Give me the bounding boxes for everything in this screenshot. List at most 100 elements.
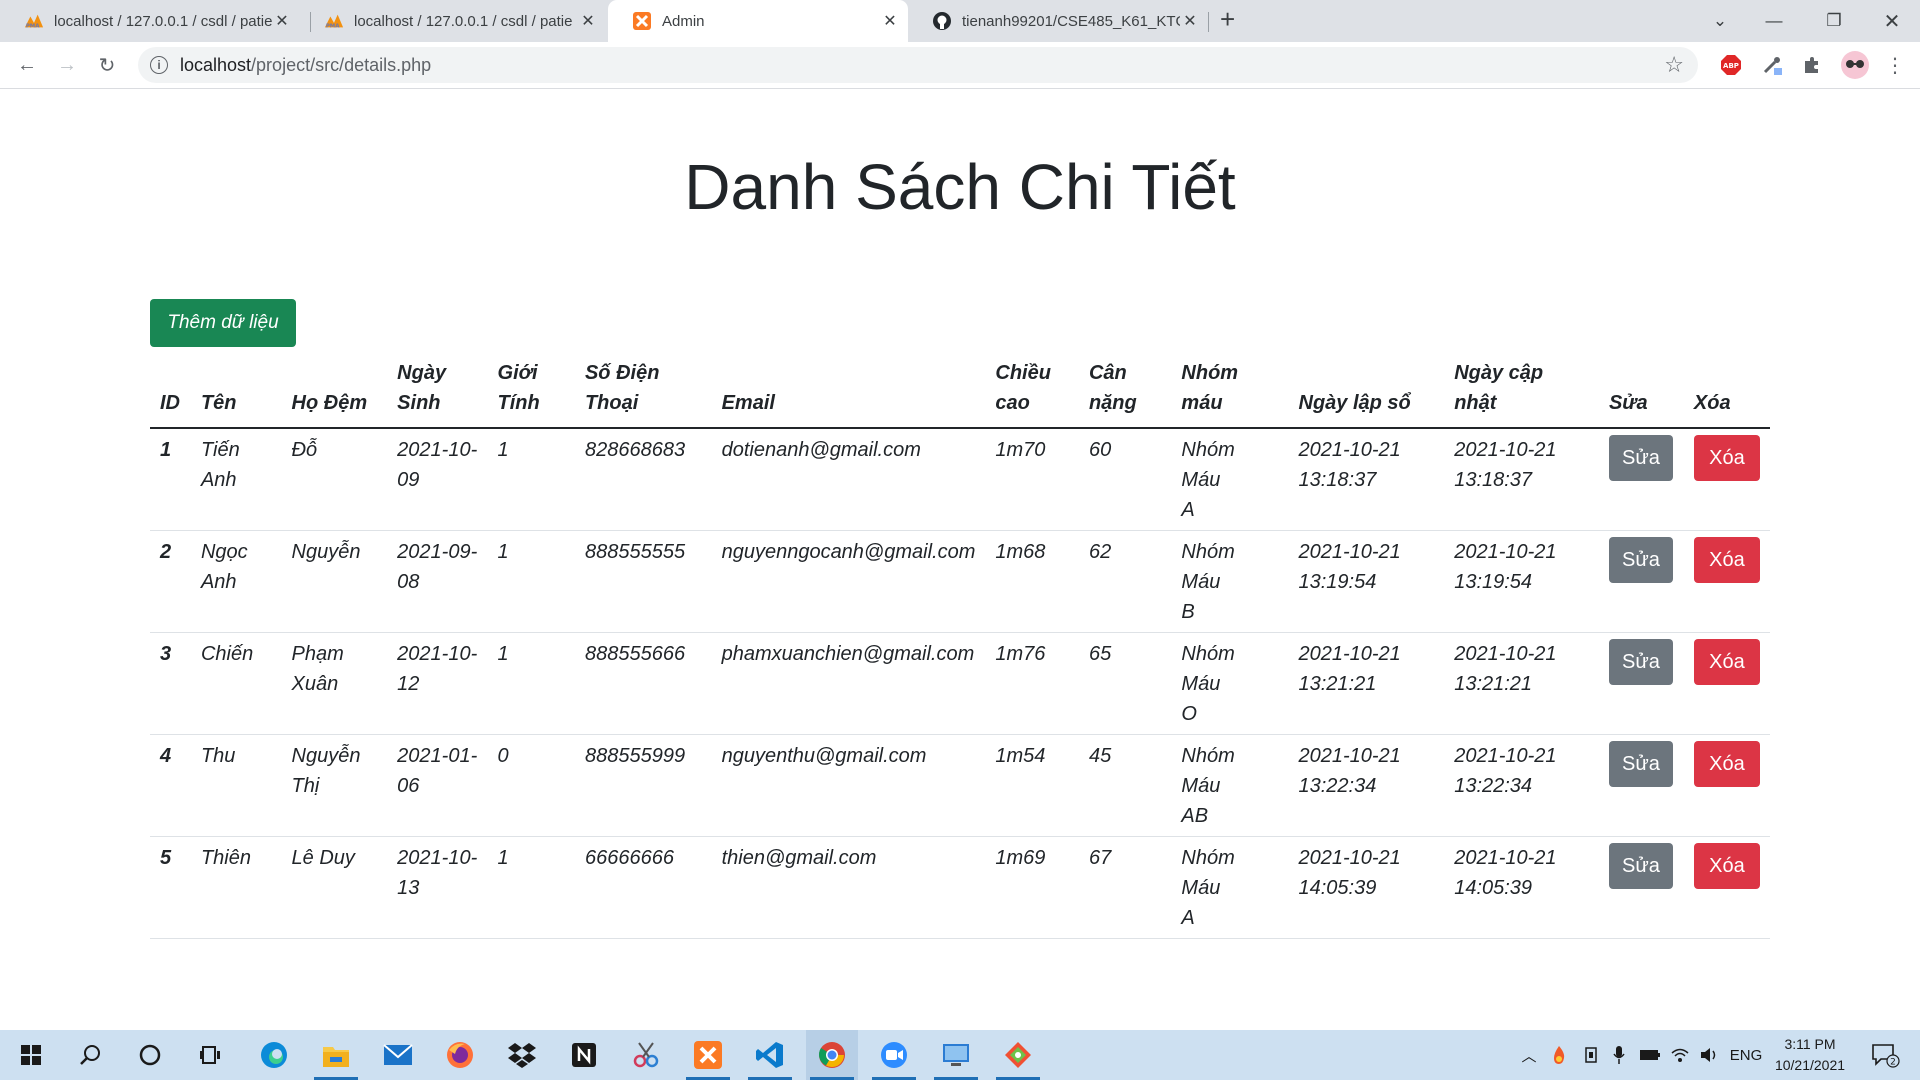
cell-created-date: 2021-10-21 14:05:39 [1288, 836, 1445, 939]
vscode-icon[interactable] [744, 1030, 796, 1080]
more-menu-icon[interactable]: ⋮ [1883, 53, 1907, 77]
cell-created-date: 2021-10-21 13:19:54 [1288, 530, 1445, 633]
column-header: Giới Tính [487, 352, 575, 429]
cell-blood-type: Nhóm Máu B [1171, 530, 1289, 633]
snipping-tool-icon[interactable] [620, 1030, 672, 1080]
edit-button[interactable]: Sửa [1608, 843, 1673, 889]
extensions-puzzle-icon[interactable] [1800, 53, 1824, 77]
column-header-label: Thoại [584, 392, 639, 414]
edit-button[interactable]: Sửa [1608, 639, 1673, 685]
mail-icon[interactable] [372, 1030, 424, 1080]
search-icon[interactable] [64, 1030, 116, 1080]
cell-updated-date-line: 2021-10-21 [1454, 439, 1557, 461]
restore-icon[interactable]: ❐ [1806, 0, 1862, 42]
delete-button[interactable]: Xóa [1693, 435, 1760, 481]
column-header: Ngày lập sổ [1288, 352, 1445, 429]
cell-updated-date: 2021-10-21 14:05:39 [1444, 836, 1599, 939]
delete-button[interactable]: Xóa [1693, 843, 1760, 889]
git-icon[interactable] [992, 1030, 1044, 1080]
system-clock[interactable]: 3:11 PM 10/21/2021 [1764, 1034, 1856, 1076]
flame-tray-icon[interactable] [1546, 1030, 1572, 1080]
cell-delete: Xóa [1683, 632, 1770, 735]
file-explorer-icon[interactable] [310, 1030, 362, 1080]
volume-icon[interactable] [1696, 1030, 1722, 1080]
column-header-label: Sinh [397, 392, 441, 414]
minimize-icon[interactable]: — [1746, 0, 1802, 42]
cell-first-name-line: Anh [200, 469, 237, 491]
cell-middle-name: Phạm Xuân [281, 632, 388, 735]
show-hidden-icons-chevron-icon[interactable]: ︿ [1516, 1030, 1542, 1080]
add-data-button[interactable]: Thêm dữ liệu [150, 299, 296, 347]
forward-arrow-icon[interactable]: → [52, 50, 82, 80]
input-language-indicator[interactable]: ENG [1726, 1030, 1766, 1080]
device-tray-icon[interactable] [1578, 1030, 1604, 1080]
cell-blood-type: Nhóm Máu O [1171, 632, 1289, 735]
cell-phone: 888555666 [574, 632, 712, 735]
color-picker-extension-icon[interactable] [1760, 53, 1784, 77]
close-window-icon[interactable]: ✕ [1864, 0, 1920, 42]
task-view-icon[interactable] [184, 1030, 236, 1080]
back-arrow-icon[interactable]: ← [12, 50, 42, 80]
edit-button[interactable]: Sửa [1608, 435, 1673, 481]
bookmark-star-icon[interactable]: ☆ [1664, 52, 1684, 78]
cell-updated-date-line: 2021-10-21 [1454, 847, 1557, 869]
browser-tab-phpmyadmin-1[interactable]: PMA localhost / 127.0.0.1 / csdl / patie… [0, 0, 300, 42]
delete-button[interactable]: Xóa [1693, 741, 1760, 787]
address-bar[interactable]: i localhost/project/src/details.php ☆ [138, 47, 1698, 83]
tab-search-chevron-icon[interactable]: ⌄ [1692, 0, 1748, 42]
control-panel-icon[interactable] [930, 1030, 982, 1080]
adblock-plus-icon[interactable]: ABP [1719, 53, 1743, 77]
tab-title: localhost / 127.0.0.1 / csdl / patie [354, 12, 573, 30]
cell-created-date-line: 14:05:39 [1298, 877, 1377, 899]
cell-gender: 1 [487, 428, 575, 531]
cell-delete: Xóa [1683, 428, 1770, 531]
column-header: Chiều cao [985, 352, 1079, 429]
browser-tab-phpmyadmin-2[interactable]: PMA localhost / 127.0.0.1 / csdl / patie… [300, 0, 606, 42]
wifi-icon[interactable] [1666, 1030, 1694, 1080]
close-tab-icon[interactable]: ✕ [272, 11, 292, 31]
cell-birth-date: 2021-10- 12 [387, 632, 488, 735]
notification-center-icon[interactable]: 2 [1866, 1030, 1906, 1080]
firefox-icon[interactable] [434, 1030, 486, 1080]
delete-button[interactable]: Xóa [1693, 537, 1760, 583]
new-tab-icon[interactable]: + [1220, 4, 1235, 35]
browser-toolbar: ← → ↻ i localhost/project/src/details.ph… [0, 42, 1920, 89]
browser-tab-admin[interactable]: Admin ✕ [608, 0, 908, 42]
tab-title: Admin [662, 12, 705, 30]
column-header: Email [711, 352, 986, 429]
edit-button[interactable]: Sửa [1608, 741, 1673, 787]
notion-icon[interactable] [558, 1030, 610, 1080]
cortana-icon[interactable] [124, 1030, 176, 1080]
reload-icon[interactable]: ↻ [92, 50, 122, 80]
cell-first-name: Chiến [190, 632, 282, 735]
svg-text:PMA: PMA [326, 23, 340, 29]
dropbox-icon[interactable] [496, 1030, 548, 1080]
column-header: Ngày Sinh [387, 352, 488, 429]
microphone-icon[interactable] [1606, 1030, 1632, 1080]
cell-edit: Sửa [1598, 530, 1684, 633]
clock-time: 3:11 PM [1784, 1036, 1836, 1052]
column-header: ID [150, 352, 191, 429]
battery-icon[interactable] [1636, 1030, 1664, 1080]
chrome-icon[interactable] [806, 1030, 858, 1080]
browser-tab-github[interactable]: tienanh99201/CSE485_K61_KTGK ✕ [908, 0, 1208, 42]
delete-button[interactable]: Xóa [1693, 639, 1760, 685]
close-tab-icon[interactable]: ✕ [880, 11, 900, 31]
xampp-icon[interactable] [682, 1030, 734, 1080]
column-header-label: nặng [1088, 392, 1137, 414]
close-tab-icon[interactable]: ✕ [578, 11, 598, 31]
cell-email: nguyenngocanh@gmail.com [711, 530, 986, 633]
profile-avatar-icon[interactable] [1840, 50, 1870, 80]
cell-blood-type: Nhóm Máu A [1171, 428, 1289, 531]
cell-first-name-line: Thu [200, 745, 236, 767]
site-info-icon[interactable]: i [150, 56, 168, 74]
close-tab-icon[interactable]: ✕ [1180, 11, 1200, 31]
edit-button[interactable]: Sửa [1608, 537, 1673, 583]
zoom-icon[interactable] [868, 1030, 920, 1080]
column-header-label: Sửa [1608, 392, 1648, 414]
cell-weight: 67 [1078, 836, 1172, 939]
cell-gender: 0 [487, 734, 575, 837]
edge-icon[interactable] [248, 1030, 300, 1080]
cell-height: 1m54 [985, 734, 1079, 837]
start-icon[interactable] [5, 1030, 57, 1080]
